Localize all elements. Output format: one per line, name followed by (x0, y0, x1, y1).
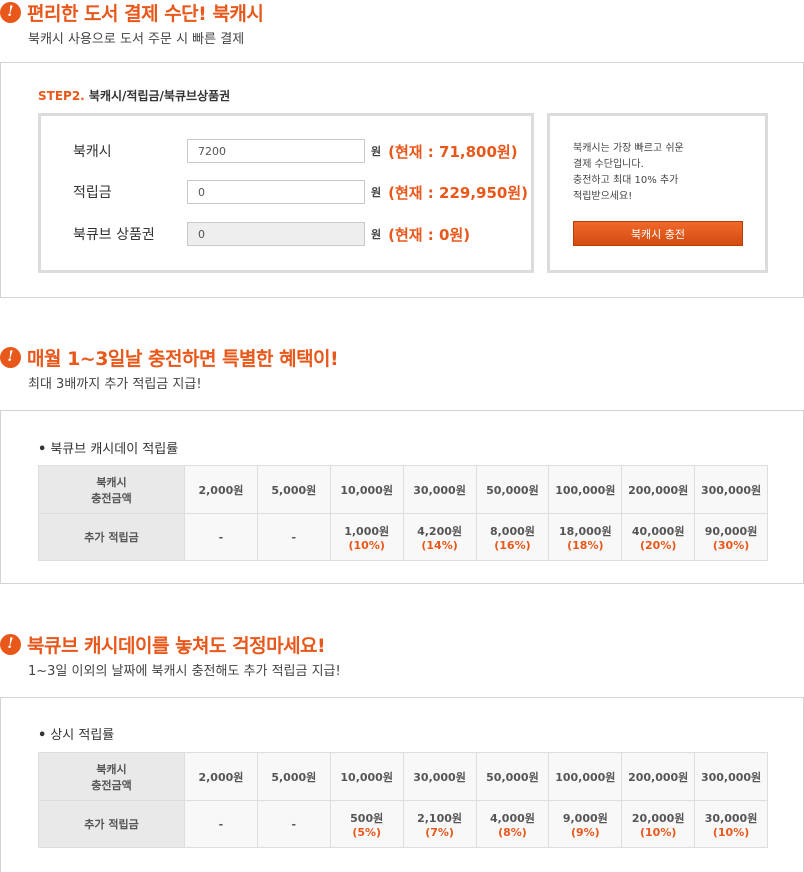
amount-cell: 5,000원 (256, 752, 331, 801)
bonus-cell: 40,000원 (20%) (621, 513, 696, 561)
regular-rate-box: • 상시 적립률 북캐시 충전금액 2,000원 5,000원 10,000원 3… (0, 697, 804, 872)
giftcard-row: 북큐브 상품권 원 (현재 : 0원) (73, 222, 470, 246)
amount-cell: 10,000원 (329, 752, 404, 801)
amount-cell: 100,000원 (548, 465, 623, 514)
amount-cell: 100,000원 (548, 752, 623, 801)
bonus-cell: 4,000원 (8%) (475, 800, 550, 848)
bookcash-row: 북캐시 원 (현재 : 71,800원) (73, 139, 518, 163)
desc-line: 북캐시는 가장 빠르고 쉬운 (573, 143, 684, 154)
bookcash-charge-button[interactable]: 북캐시 충전 (573, 221, 743, 246)
amount-cell: 2,000원 (184, 752, 258, 801)
step-title: STEP2. 북캐시/적립금/북큐브상품권 (38, 87, 230, 104)
table-row: 추가 적립금 - - 500원 (5%) 2,100원 (7%) 4,000원 (8%… (38, 800, 768, 848)
amount-cell: 10,000원 (329, 465, 404, 514)
amount-cell: 50,000원 (475, 465, 550, 514)
bookcash-current: (현재 : 71,800원) (388, 142, 518, 161)
amount-cell: 2,000원 (184, 465, 258, 514)
section1-title-row: ! 편리한 도서 결제 수단! 북캐시 (0, 0, 804, 25)
section1-header: ! 편리한 도서 결제 수단! 북캐시 북캐시 사용으로 도서 주문 시 빠른 … (0, 0, 804, 47)
bonus-cell: 18,000원 (18%) (548, 513, 623, 561)
section1-title: 편리한 도서 결제 수단! 북캐시 (27, 2, 264, 25)
bonus-cell: 8,000원 (16%) (475, 513, 550, 561)
giftcard-label: 북큐브 상품권 (73, 227, 155, 243)
regular-table-title: • 상시 적립률 (38, 728, 115, 743)
bonus-cell: - (184, 800, 258, 848)
amount-cell: 30,000원 (402, 752, 477, 801)
section2-title: 매월 1~3일날 충전하면 특별한 혜택이! (27, 347, 339, 370)
amount-cell: 200,000원 (621, 465, 696, 514)
payment-inputs-panel: 북캐시 원 (현재 : 71,800원) 적립금 원 (현재 : 229,950… (38, 113, 534, 273)
exclamation-icon: ! (0, 633, 21, 655)
charge-amount-header: 북캐시 충전금액 (38, 752, 185, 801)
bonus-cell: 1,000원 (10%) (329, 513, 404, 561)
points-unit: 원 (371, 186, 382, 199)
table-row: 북캐시 충전금액 2,000원 5,000원 10,000원 30,000원 5… (38, 465, 768, 514)
bonus-cell: - (256, 513, 331, 561)
bonus-cell: 90,000원 (30%) (694, 513, 768, 561)
bonus-cell: 30,000원 (10%) (694, 800, 768, 848)
section2-header: ! 매월 1~3일날 충전하면 특별한 혜택이! 최대 3배까지 추가 적립금 … (0, 345, 804, 392)
bookcash-unit: 원 (371, 145, 382, 158)
bookcash-description: 북캐시는 가장 빠르고 쉬운 결제 수단입니다. 충전하고 최대 10% 추가 … (573, 141, 684, 205)
points-row: 적립금 원 (현재 : 229,950원) (73, 180, 528, 204)
charge-amount-header: 북캐시 충전금액 (38, 465, 185, 514)
points-label: 적립금 (73, 185, 112, 201)
bookcash-info-panel: 북캐시는 가장 빠르고 쉬운 결제 수단입니다. 충전하고 최대 10% 추가 … (547, 113, 768, 273)
bonus-cell: - (256, 800, 331, 848)
bookcash-input[interactable] (187, 139, 365, 163)
amount-cell: 300,000원 (694, 465, 768, 514)
section2-subtitle: 최대 3배까지 추가 적립금 지급! (28, 377, 202, 392)
amount-cell: 5,000원 (256, 465, 331, 514)
section3-title-row: ! 북큐브 캐시데이를 놓쳐도 걱정마세요! (0, 632, 804, 657)
bonus-cell: 4,200원 (14%) (402, 513, 477, 561)
bonus-header: 추가 적립금 (38, 513, 185, 561)
table-row: 북캐시 충전금액 2,000원 5,000원 10,000원 30,000원 5… (38, 752, 768, 801)
amount-cell: 300,000원 (694, 752, 768, 801)
exclamation-icon: ! (0, 346, 21, 368)
desc-line: 충전하고 최대 10% 추가 (573, 175, 679, 186)
cashday-table-title: • 북큐브 캐시데이 적립률 (38, 442, 179, 457)
section3-title: 북큐브 캐시데이를 놓쳐도 걱정마세요! (27, 634, 326, 657)
bonus-cell: - (184, 513, 258, 561)
exclamation-icon: ! (0, 1, 21, 23)
bonus-cell: 20,000원 (10%) (621, 800, 696, 848)
payment-box: STEP2. 북캐시/적립금/북큐브상품권 북캐시 원 (현재 : 71,800… (0, 62, 804, 298)
step-name: 북캐시/적립금/북큐브상품권 (88, 89, 231, 103)
bonus-header: 추가 적립금 (38, 800, 185, 848)
desc-line: 적립받으세요! (573, 191, 633, 202)
cashday-rate-table: 북캐시 충전금액 2,000원 5,000원 10,000원 30,000원 5… (38, 465, 768, 561)
amount-cell: 30,000원 (402, 465, 477, 514)
section2-title-row: ! 매월 1~3일날 충전하면 특별한 혜택이! (0, 345, 804, 370)
bonus-cell: 9,000원 (9%) (548, 800, 623, 848)
section3-subtitle: 1~3일 이외의 날짜에 북캐시 충전해도 추가 적립금 지급! (28, 664, 341, 679)
points-current: (현재 : 229,950원) (388, 183, 528, 202)
section1-subtitle: 북캐시 사용으로 도서 주문 시 빠른 결제 (28, 32, 245, 47)
giftcard-input (187, 222, 365, 246)
amount-cell: 50,000원 (475, 752, 550, 801)
cashday-table-title-text: 북큐브 캐시데이 적립률 (50, 442, 179, 457)
table-row: 추가 적립금 - - 1,000원 (10%) 4,200원 (14%) 8,000… (38, 513, 768, 561)
desc-line: 결제 수단입니다. (573, 159, 644, 170)
bonus-cell: 500원 (5%) (329, 800, 404, 848)
points-input[interactable] (187, 180, 365, 204)
giftcard-unit: 원 (371, 228, 382, 241)
step-label: STEP2. (38, 89, 85, 103)
regular-rate-table: 북캐시 충전금액 2,000원 5,000원 10,000원 30,000원 5… (38, 752, 768, 848)
cashday-box: • 북큐브 캐시데이 적립률 북캐시 충전금액 2,000원 5,000원 10,… (0, 410, 804, 584)
section3-header: ! 북큐브 캐시데이를 놓쳐도 걱정마세요! 1~3일 이외의 날짜에 북캐시 … (0, 632, 804, 679)
bookcash-label: 북캐시 (73, 144, 112, 160)
regular-table-title-text: 상시 적립률 (50, 728, 115, 743)
amount-cell: 200,000원 (621, 752, 696, 801)
bonus-cell: 2,100원 (7%) (402, 800, 477, 848)
giftcard-current: (현재 : 0원) (388, 225, 471, 244)
